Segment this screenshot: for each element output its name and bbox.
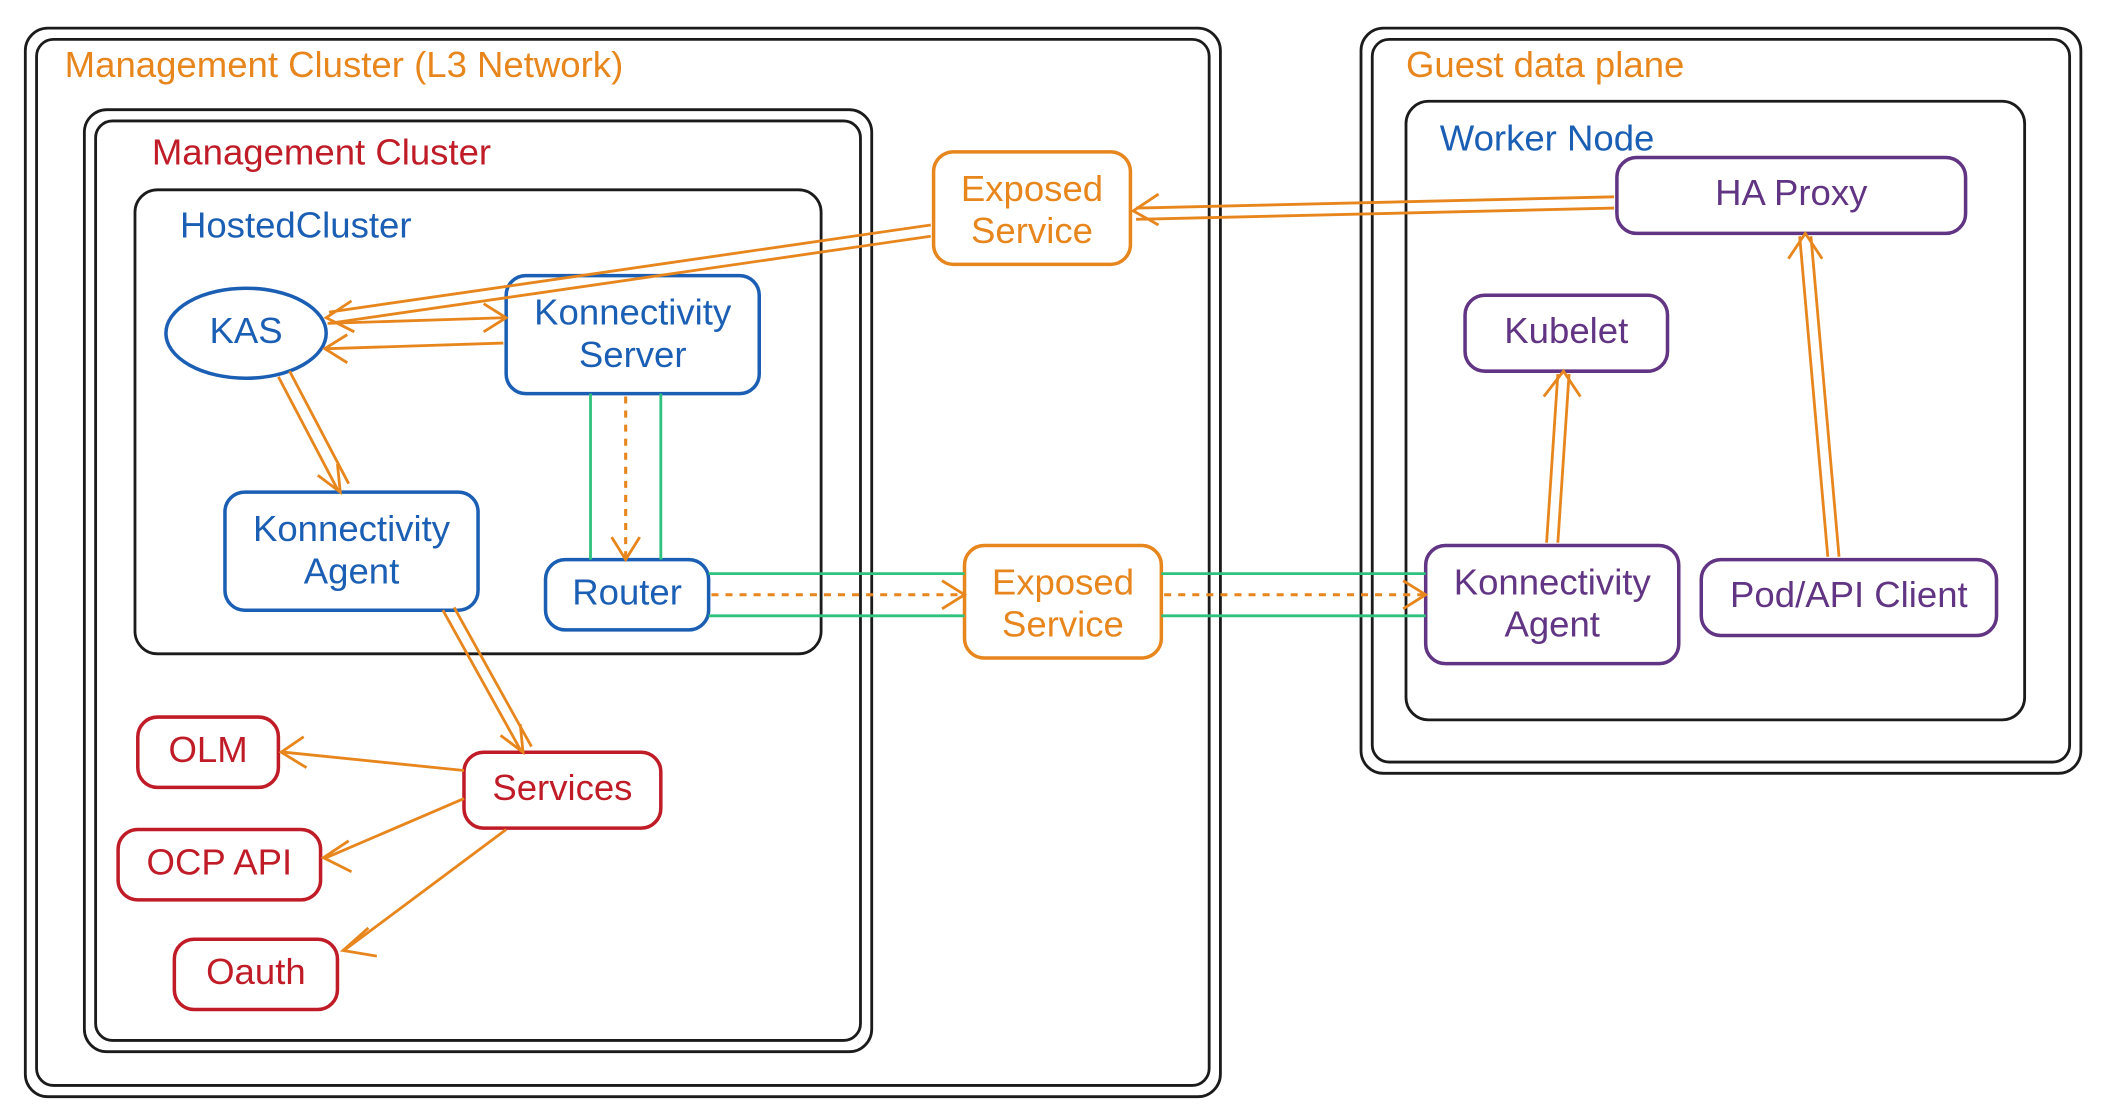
konnectivity-agent-mgmt-node: Konnectivity Agent [225, 492, 478, 610]
kubelet-label: Kubelet [1504, 310, 1628, 351]
exposed-service-mid-label-2: Service [1002, 604, 1124, 645]
arrow-agent-to-kubelet [1547, 374, 1558, 543]
services-node: Services [464, 752, 661, 828]
ocp-api-node: OCP API [118, 830, 320, 900]
pod-api-client-node: Pod/API Client [1701, 560, 1996, 636]
konnectivity-server-label-2: Server [579, 334, 687, 375]
guest-data-plane-title: Guest data plane [1406, 44, 1684, 85]
exposed-service-mid-node: Exposed Service [965, 546, 1162, 658]
arrow-services-to-olm [284, 752, 464, 770]
ha-proxy-node: HA Proxy [1617, 157, 1966, 233]
router-label: Router [572, 571, 682, 612]
oauth-label: Oauth [206, 951, 306, 992]
konnectivity-agent-worker-node: Konnectivity Agent [1426, 546, 1679, 664]
arrow-agent-to-services [443, 610, 520, 749]
ha-proxy-label: HA Proxy [1715, 172, 1868, 213]
exposed-service-top-label-1: Exposed [961, 168, 1103, 209]
arrow-kas-to-agent [278, 377, 337, 489]
konnectivity-server-label-1: Konnectivity [534, 292, 732, 333]
arrow-services-to-ocpapi [326, 799, 464, 858]
arrow-server-to-kas [328, 343, 504, 349]
exposed-service-top-label-2: Service [971, 210, 1093, 251]
oauth-node: Oauth [174, 939, 337, 1009]
olm-label: OLM [168, 729, 247, 770]
kas-label: KAS [209, 310, 282, 351]
pod-api-client-label: Pod/API Client [1730, 574, 1968, 615]
arrow-services-to-oauth [346, 830, 506, 950]
kubelet-node: Kubelet [1465, 295, 1667, 371]
hosted-cluster-title: HostedCluster [180, 204, 412, 245]
diagram-canvas: Management Cluster (L3 Network) Manageme… [0, 0, 2109, 1111]
olm-node: OLM [138, 717, 279, 787]
worker-node-title: Worker Node [1440, 117, 1655, 158]
konnectivity-agent-worker-label-1: Konnectivity [1454, 562, 1652, 603]
router-node: Router [546, 560, 709, 630]
exposed-service-top-node: Exposed Service [934, 152, 1131, 264]
services-label: Services [492, 767, 632, 808]
kas-node: KAS [166, 288, 326, 378]
konnectivity-agent-mgmt-label-1: Konnectivity [253, 508, 451, 549]
konnectivity-agent-mgmt-label-2: Agent [304, 550, 400, 591]
ocp-api-label: OCP API [147, 841, 293, 882]
exposed-service-mid-label-1: Exposed [992, 562, 1134, 603]
management-cluster-title: Management Cluster [152, 131, 491, 172]
konnectivity-agent-worker-label-2: Agent [1504, 604, 1600, 645]
management-l3-title: Management Cluster (L3 Network) [65, 44, 624, 85]
